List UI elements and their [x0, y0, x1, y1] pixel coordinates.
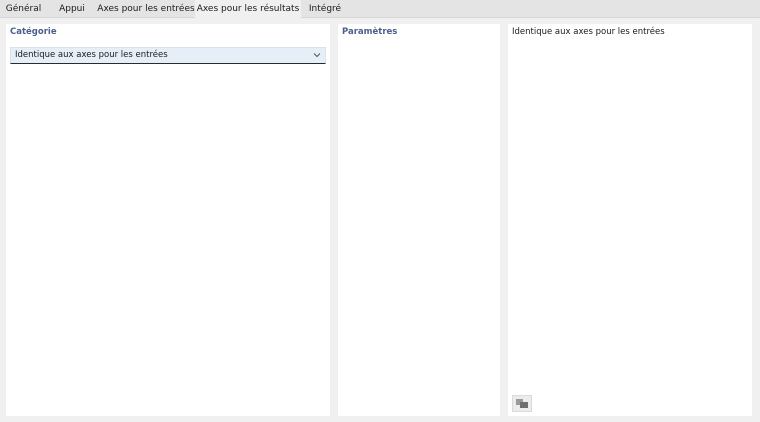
tab-axes-entrees[interactable]: Axes pour les entrées [97, 0, 195, 18]
chevron-down-icon[interactable] [312, 50, 322, 60]
categorie-dropdown-value: Identique aux axes pour les entrées [15, 50, 168, 60]
tab-general[interactable]: Général [0, 0, 47, 18]
description-panel [508, 24, 752, 416]
tab-integre[interactable]: Intégré [301, 0, 349, 18]
image-preview-icon[interactable] [512, 395, 532, 412]
categorie-title: Catégorie [10, 27, 57, 37]
categorie-dropdown[interactable]: Identique aux axes pour les entrées [10, 47, 326, 64]
categorie-panel [6, 24, 330, 416]
description-text: Identique aux axes pour les entrées [512, 27, 665, 37]
tab-bar: Général Appui Axes pour les entrées Axes… [0, 0, 760, 19]
tab-appui[interactable]: Appui [47, 0, 97, 18]
tab-axes-resultats[interactable]: Axes pour les résultats [195, 0, 301, 19]
parametres-title: Paramètres [342, 27, 398, 37]
parametres-panel [338, 24, 500, 416]
